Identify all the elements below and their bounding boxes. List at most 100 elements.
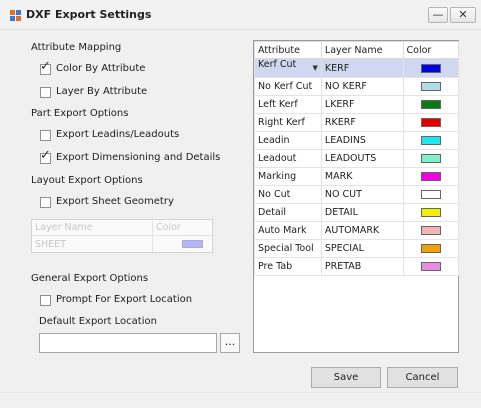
grid-cell-attribute[interactable]: No Cut (254, 185, 322, 204)
grid-cell-attribute[interactable]: Right Kerf (254, 113, 322, 132)
grid-cell-layer-name[interactable]: DETAIL (320, 203, 404, 222)
grid-cell-attribute[interactable]: Marking (254, 167, 322, 186)
grid-cell-color[interactable] (402, 185, 460, 204)
grid-cell-layer-name[interactable]: NO CUT (320, 185, 404, 204)
grid-row[interactable]: Detail DETAIL (254, 203, 460, 222)
grid-cell-color[interactable] (402, 95, 460, 114)
grid-cell-color[interactable] (402, 77, 460, 96)
grid-cell-attribute[interactable]: Left Kerf (254, 95, 322, 114)
grid-attribute-text: Marking (258, 171, 297, 182)
color-swatch (420, 262, 441, 271)
grid-row[interactable]: Kerf Cut ▼ KERF (254, 58, 460, 78)
grid-row[interactable]: Right Kerf RKERF (254, 113, 460, 132)
dropdown-arrow-icon[interactable]: ▼ (313, 60, 318, 77)
grid-attribute-text: Right Kerf (258, 117, 305, 128)
sheet-grid-column-divider (152, 220, 153, 252)
export-dimensioning-label[interactable]: Export Dimensioning and Details (56, 152, 220, 163)
cancel-button[interactable]: Cancel (387, 367, 458, 388)
grid-cell-layer-name[interactable]: LEADOUTS (320, 149, 404, 168)
sheet-grid-layer-value: SHEET (35, 239, 66, 250)
save-button[interactable]: Save (311, 367, 381, 388)
minimize-icon: — (432, 8, 444, 21)
grid-cell-attribute[interactable]: Kerf Cut ▼ (254, 58, 322, 78)
close-button[interactable]: ✕ (450, 7, 476, 23)
close-icon: ✕ (458, 8, 468, 21)
grid-cell-attribute[interactable]: Special Tool (254, 239, 322, 258)
color-swatch (420, 244, 441, 253)
grid-cell-color[interactable] (402, 203, 460, 222)
status-strip (0, 392, 481, 408)
grid-attribute-text: Leadin (258, 135, 290, 146)
layer-by-attribute-checkbox[interactable] (40, 87, 51, 98)
grid-cell-layer-name[interactable]: SPECIAL (320, 239, 404, 258)
browse-button[interactable]: ... (220, 333, 240, 353)
grid-cell-color[interactable] (402, 149, 460, 168)
color-swatch (420, 100, 441, 109)
prompt-location-checkbox[interactable] (40, 295, 51, 306)
grid-cell-color[interactable] (402, 113, 460, 132)
color-swatch (420, 136, 441, 145)
layout-export-heading: Layout Export Options (31, 175, 143, 186)
grid-row[interactable]: No Kerf Cut NO KERF (254, 77, 460, 96)
color-by-attribute-label[interactable]: Color By Attribute (56, 63, 145, 74)
sheet-grid-layer-header: Layer Name (35, 222, 93, 233)
grid-cell-color[interactable] (402, 257, 460, 276)
grid-attribute-text: Left Kerf (258, 99, 298, 110)
grid-cell-attribute[interactable]: Leadin (254, 131, 322, 150)
attribute-mapping-heading: Attribute Mapping (31, 42, 122, 53)
grid-cell-layer-name[interactable]: PRETAB (320, 257, 404, 276)
color-swatch (420, 208, 441, 217)
attribute-layer-grid: Attribute Layer Name Color Kerf Cut ▼ KERF… (253, 40, 460, 353)
checkmark-icon: ✓ (40, 59, 51, 74)
grid-cell-attribute[interactable]: Leadout (254, 149, 322, 168)
grid-attribute-text: No Kerf Cut (258, 81, 313, 92)
grid-header-color[interactable]: Color (402, 41, 460, 59)
grid-header-attribute[interactable]: Attribute (254, 41, 322, 59)
grid-attribute-text: Kerf Cut (258, 59, 297, 71)
grid-cell-attribute[interactable]: Detail (254, 203, 322, 222)
grid-cell-layer-name[interactable]: NO KERF (320, 77, 404, 96)
export-sheet-geometry-checkbox[interactable] (40, 197, 51, 208)
grid-cell-color[interactable] (402, 167, 460, 186)
grid-cell-layer-name[interactable]: KERF (320, 58, 404, 78)
grid-cell-color[interactable] (402, 131, 460, 150)
grid-cell-attribute[interactable]: No Kerf Cut (254, 77, 322, 96)
color-swatch (420, 118, 441, 127)
prompt-location-label[interactable]: Prompt For Export Location (56, 294, 192, 305)
grid-cell-color[interactable] (402, 239, 460, 258)
default-location-input[interactable] (39, 333, 217, 353)
title-bar: DXF Export Settings — ✕ (0, 0, 481, 30)
export-dimensioning-checkbox[interactable]: ✓ (40, 149, 51, 164)
color-swatch (420, 63, 441, 73)
grid-attribute-text: Special Tool (258, 243, 314, 254)
grid-cell-layer-name[interactable]: LKERF (320, 95, 404, 114)
minimize-button[interactable]: — (428, 7, 448, 23)
color-swatch (420, 82, 441, 91)
color-by-attribute-checkbox[interactable]: ✓ (40, 60, 51, 75)
grid-row[interactable]: No Cut NO CUT (254, 185, 460, 204)
sheet-grid-color-header: Color (156, 222, 181, 233)
grid-row[interactable]: Leadin LEADINS (254, 131, 460, 150)
color-swatch (420, 154, 441, 163)
grid-header-layer-name[interactable]: Layer Name (320, 41, 404, 59)
grid-cell-attribute[interactable]: Auto Mark (254, 221, 322, 240)
grid-cell-layer-name[interactable]: LEADINS (320, 131, 404, 150)
grid-row[interactable]: Leadout LEADOUTS (254, 149, 460, 168)
grid-cell-layer-name[interactable]: RKERF (320, 113, 404, 132)
sheet-layer-grid: Layer Name Color SHEET (31, 219, 213, 253)
grid-header-row: Attribute Layer Name Color (254, 41, 460, 59)
export-leadins-label[interactable]: Export Leadins/Leadouts (56, 129, 179, 140)
grid-cell-color[interactable] (402, 221, 460, 240)
grid-row[interactable]: Pre Tab PRETAB (254, 257, 460, 276)
grid-cell-attribute[interactable]: Pre Tab (254, 257, 322, 276)
export-leadins-checkbox[interactable] (40, 130, 51, 141)
export-sheet-geometry-label[interactable]: Export Sheet Geometry (56, 196, 174, 207)
grid-cell-layer-name[interactable]: AUTOMARK (320, 221, 404, 240)
grid-cell-color[interactable] (402, 58, 460, 78)
grid-row[interactable]: Auto Mark AUTOMARK (254, 221, 460, 240)
grid-row[interactable]: Marking MARK (254, 167, 460, 186)
layer-by-attribute-label[interactable]: Layer By Attribute (56, 86, 147, 97)
grid-cell-layer-name[interactable]: MARK (320, 167, 404, 186)
grid-row[interactable]: Special Tool SPECIAL (254, 239, 460, 258)
grid-row[interactable]: Left Kerf LKERF (254, 95, 460, 114)
